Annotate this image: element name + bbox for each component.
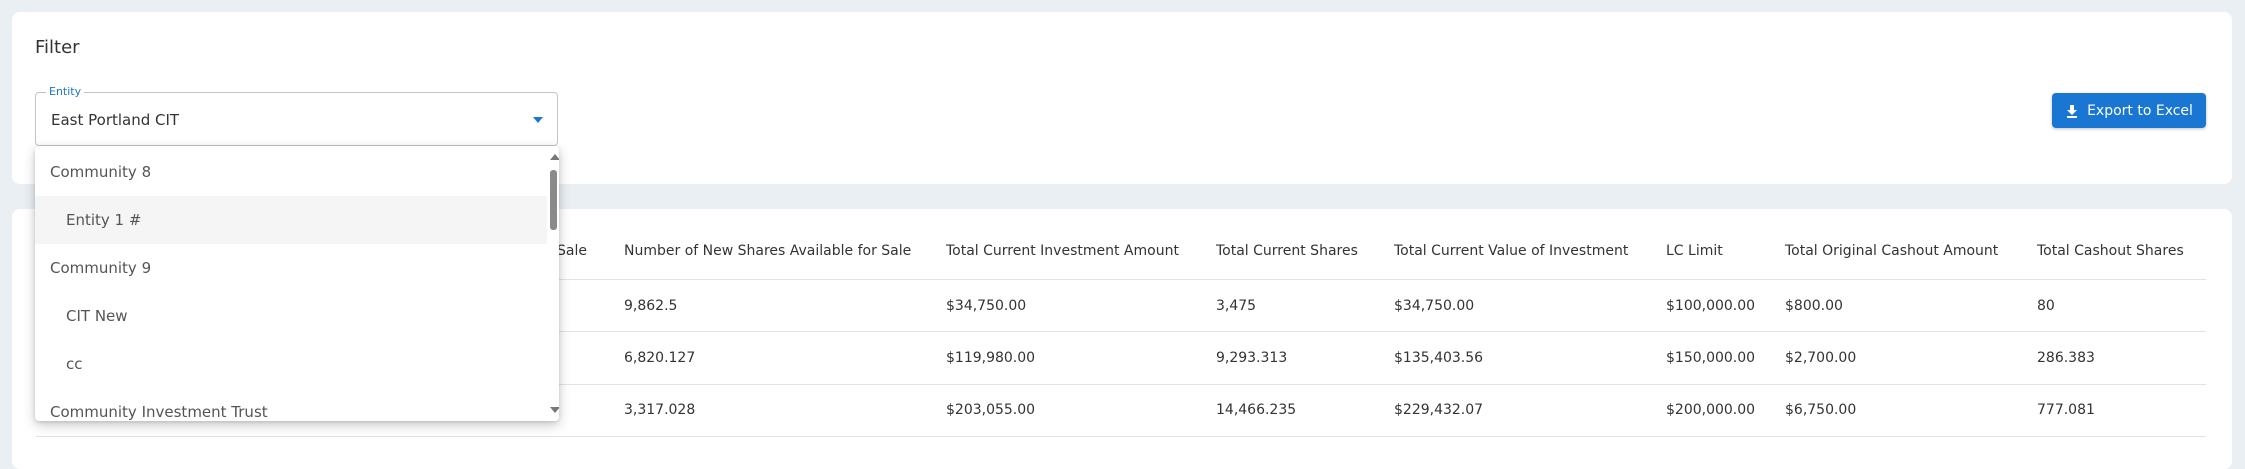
table-cell: 9,293.313: [1216, 350, 1288, 366]
filter-title: Filter: [35, 37, 80, 58]
column-header-cashout-shares[interactable]: Total Cashout Shares: [2037, 243, 2184, 259]
dropdown-scrollbar[interactable]: [547, 146, 559, 421]
table-cell: 3,475: [1216, 298, 1257, 314]
column-header-current-value[interactable]: Total Current Value of Investment: [1394, 243, 1628, 259]
table-cell: $34,750.00: [1394, 298, 1475, 314]
table-cell: 14,466.235: [1216, 402, 1297, 418]
entity-dropdown-list[interactable]: Community 8 Entity 1 # Community 9 CIT N…: [35, 146, 559, 421]
dropdown-option-label: CIT New: [66, 307, 128, 325]
export-to-excel-button[interactable]: Export to Excel: [2052, 93, 2206, 128]
column-header-original-cashout-amount[interactable]: Total Original Cashout Amount: [1785, 243, 1998, 259]
table-cell: $6,750.00: [1785, 402, 1857, 418]
entity-field-label: Entity: [46, 85, 85, 98]
table-cell: 6,820.127: [624, 350, 696, 366]
export-button-label: Export to Excel: [2087, 102, 2193, 119]
dropdown-group-community-investment-trust: Community Investment Trust: [35, 388, 547, 421]
table-cell: 80: [2037, 298, 2055, 314]
scroll-up-arrow-icon[interactable]: [550, 154, 559, 160]
table-cell: 9,862.5: [624, 298, 678, 314]
chevron-down-icon[interactable]: [533, 117, 543, 123]
dropdown-option-entity-1[interactable]: Entity 1 #: [35, 196, 547, 244]
download-icon: [2067, 104, 2078, 118]
table-cell: $119,980.00: [946, 350, 1036, 366]
table-cell: $800.00: [1785, 298, 1843, 314]
table-cell: 777.081: [2037, 402, 2095, 418]
column-header-lc-limit[interactable]: LC Limit: [1666, 243, 1723, 259]
scrollbar-thumb[interactable]: [550, 170, 557, 230]
dropdown-option-cc[interactable]: cc: [35, 340, 547, 388]
table-cell: $34,750.00: [946, 298, 1027, 314]
table-cell: 286.383: [2037, 350, 2095, 366]
table-cell: $200,000.00: [1666, 402, 1756, 418]
table-cell: $135,403.56: [1394, 350, 1484, 366]
dropdown-group-label: Community 9: [50, 259, 152, 277]
dropdown-option-cit-new[interactable]: CIT New: [35, 292, 547, 340]
row-divider: [36, 436, 2206, 437]
table-cell: $229,432.07: [1394, 402, 1484, 418]
dropdown-group-label: Community 8: [50, 163, 152, 181]
dropdown-group-label: Community Investment Trust: [50, 403, 268, 421]
column-header-partial: Sale: [557, 243, 587, 259]
dropdown-group-community-9: Community 9: [35, 244, 547, 292]
dropdown-option-label: cc: [66, 355, 83, 373]
entity-selected-value: East Portland CIT: [51, 111, 180, 129]
dropdown-group-community-8: Community 8: [35, 148, 547, 196]
table-cell: $100,000.00: [1666, 298, 1756, 314]
column-header-current-investment-amount[interactable]: Total Current Investment Amount: [946, 243, 1179, 259]
table-cell: $150,000.00: [1666, 350, 1756, 366]
scroll-down-arrow-icon[interactable]: [550, 407, 559, 413]
dropdown-option-label: Entity 1 #: [66, 211, 142, 229]
table-cell: 3,317.028: [624, 402, 696, 418]
table-cell: $203,055.00: [946, 402, 1036, 418]
table-cell: $2,700.00: [1785, 350, 1857, 366]
column-header-new-shares-available[interactable]: Number of New Shares Available for Sale: [624, 243, 911, 259]
entity-select[interactable]: Entity East Portland CIT: [35, 85, 558, 146]
column-header-current-shares[interactable]: Total Current Shares: [1216, 243, 1358, 259]
